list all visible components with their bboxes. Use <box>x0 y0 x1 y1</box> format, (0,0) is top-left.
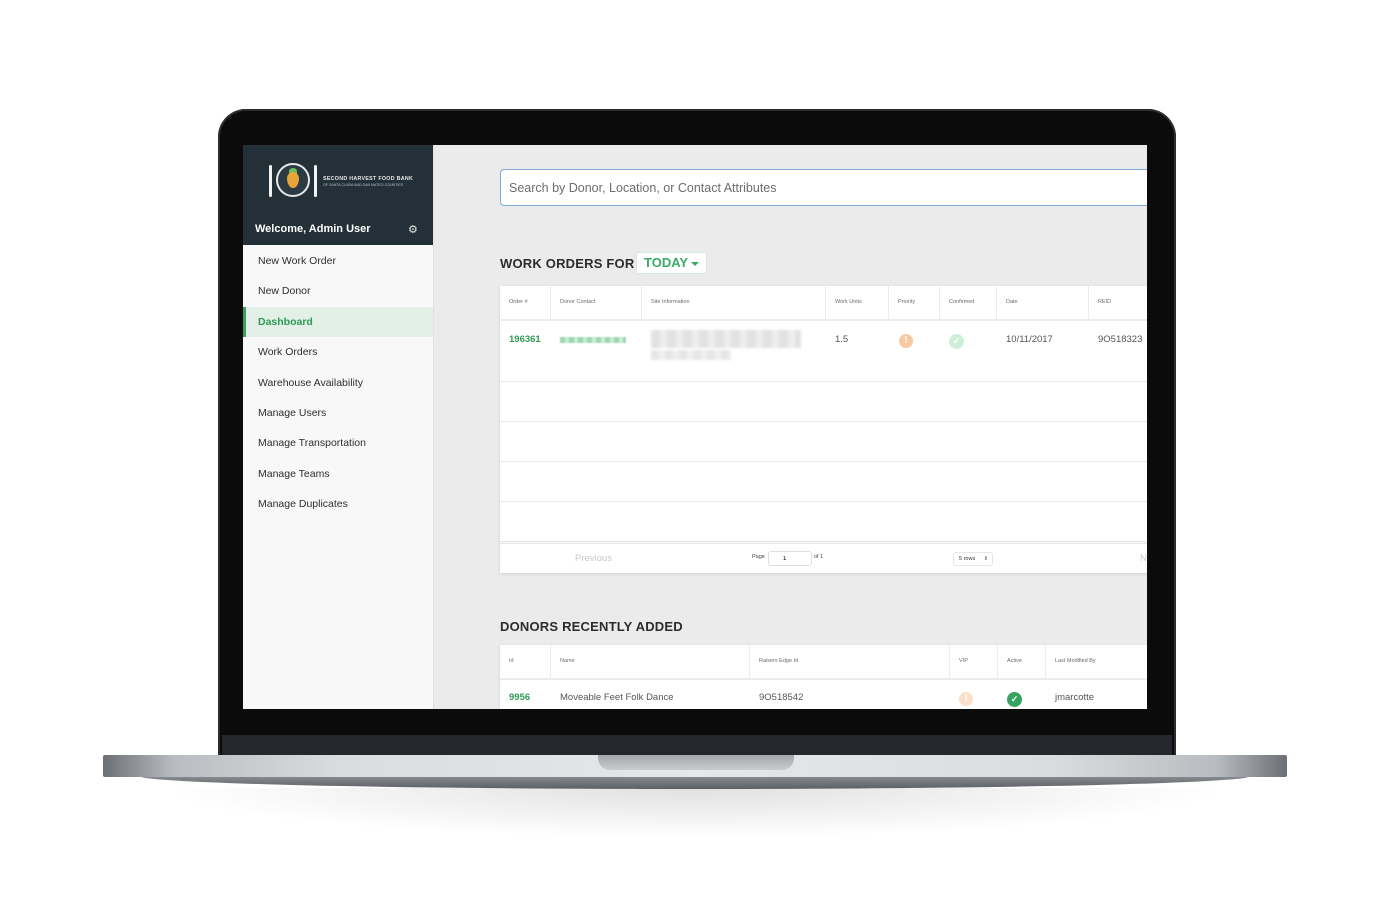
reid-cell: 9O518323 <box>1098 334 1143 345</box>
sidebar-item-work-orders[interactable]: Work Orders <box>243 337 433 367</box>
page-label: Page <box>752 554 765 560</box>
check-icon: ✓ <box>949 334 964 349</box>
column-header-reid[interactable]: REID <box>1089 286 1147 319</box>
sidebar-item-new-donor[interactable]: New Donor <box>243 276 433 306</box>
table-row[interactable]: 9956 Moveable Feet Folk Dance 9O518542 !… <box>500 680 1147 709</box>
gear-icon[interactable]: ⚙ <box>408 223 418 236</box>
laptop-shadow <box>160 788 1230 838</box>
rows-per-page-value: 5 rows <box>959 556 976 562</box>
logo-title: Second Harvest Food Bank <box>323 175 414 182</box>
donors-title: DONORS RECENTLY ADDED <box>500 619 683 634</box>
last-modified-by-cell: jmarcotte <box>1055 692 1095 703</box>
table-row[interactable]: 196361 1.5 ! ✓ 10/11/2017 9O518323 <box>500 321 1147 382</box>
sidebar-item-manage-transportation[interactable]: Manage Transportation <box>243 428 433 458</box>
laptop-notch <box>598 755 794 770</box>
donors-table: Id Name Raisers Edge Id VIP Active Last … <box>500 645 1147 709</box>
check-icon: ✓ <box>1007 692 1022 707</box>
fork-icon <box>269 165 272 197</box>
column-header-site-information[interactable]: Site Information <box>642 286 826 319</box>
heart-shape <box>287 172 299 188</box>
column-header-id[interactable]: Id <box>500 645 551 678</box>
logo-seal-icon <box>269 163 317 199</box>
column-header-raisers-edge-id[interactable]: Raisers Edge Id <box>750 645 950 678</box>
sidebar-header: Second Harvest Food Bank of Santa Clara … <box>243 145 433 245</box>
page-total-label: of 1 <box>814 554 824 560</box>
sidebar-nav: New Work Order New Donor Dashboard Work … <box>243 245 433 520</box>
caret-down-icon <box>691 261 700 266</box>
laptop-base-underside <box>140 775 1250 789</box>
sidebar-item-manage-duplicates[interactable]: Manage Duplicates <box>243 489 433 519</box>
pagination-bar: Previous Page of 1 5 rows ⇕ N <box>500 543 1147 573</box>
table-header: Order # Donor Contact Site Information W… <box>500 286 1147 321</box>
sidebar-item-manage-users[interactable]: Manage Users <box>243 398 433 428</box>
sidebar-item-manage-teams[interactable]: Manage Teams <box>243 459 433 489</box>
vip-cell: ! <box>950 680 998 709</box>
date-filter-label: TODAY <box>644 255 689 270</box>
redacted-donor-contact <box>560 337 626 343</box>
welcome-text: Welcome, Admin User <box>255 223 371 235</box>
redacted-site-info <box>651 330 801 348</box>
column-header-active[interactable]: Active <box>998 645 1046 678</box>
food-bank-seal <box>276 163 310 197</box>
table-row-empty <box>500 422 1147 462</box>
search-input[interactable] <box>500 169 1147 206</box>
knife-icon <box>314 165 317 197</box>
page-number-input[interactable] <box>768 551 812 566</box>
warning-icon: ! <box>899 334 913 348</box>
column-header-last-modified-by[interactable]: Last Modified By <box>1046 645 1147 678</box>
raisers-edge-id-cell: 9O518542 <box>759 692 804 703</box>
sidebar-item-dashboard[interactable]: Dashboard <box>243 306 433 338</box>
main-content: WORK ORDERS FOR TODAY Order # Donor Cont… <box>434 145 1147 709</box>
order-id-link[interactable]: 196361 <box>500 321 551 381</box>
donor-contact-cell[interactable] <box>551 321 642 381</box>
column-header-donor-contact[interactable]: Donor Contact <box>551 286 642 319</box>
previous-button[interactable]: Previous <box>575 553 612 564</box>
work-orders-title: WORK ORDERS FOR <box>500 256 635 271</box>
priority-cell: ! <box>889 321 940 381</box>
date-filter-dropdown[interactable]: TODAY <box>636 252 708 274</box>
column-header-work-units[interactable]: Work Units <box>826 286 889 319</box>
donor-name-cell[interactable]: Moveable Feet Folk Dance <box>551 680 750 709</box>
sidebar-item-new-work-order[interactable]: New Work Order <box>243 246 433 276</box>
date-cell: 10/11/2017 <box>1006 334 1053 345</box>
table-row-empty <box>500 502 1147 542</box>
table-row-empty <box>500 462 1147 502</box>
work-orders-table: Order # Donor Contact Site Information W… <box>500 286 1147 573</box>
sidebar-item-warehouse-availability[interactable]: Warehouse Availability <box>243 368 433 398</box>
donor-id-link[interactable]: 9956 <box>500 680 551 709</box>
table-row-empty <box>500 382 1147 422</box>
logo[interactable]: Second Harvest Food Bank of Santa Clara … <box>269 163 413 199</box>
select-arrows-icon: ⇕ <box>983 556 988 562</box>
column-header-order[interactable]: Order # <box>500 286 551 319</box>
next-button[interactable]: N <box>1140 553 1147 564</box>
app-screen: Second Harvest Food Bank of Santa Clara … <box>243 145 1147 709</box>
column-header-priority[interactable]: Priority <box>889 286 940 319</box>
column-header-name[interactable]: Name <box>551 645 750 678</box>
work-units-cell: 1.5 <box>835 334 849 345</box>
confirmed-cell: ✓ <box>940 321 997 381</box>
laptop-bezel-bottom <box>222 735 1172 757</box>
table-header: Id Name Raisers Edge Id VIP Active Last … <box>500 645 1147 680</box>
redacted-site-info-line2 <box>651 350 731 360</box>
logo-subtitle: of Santa Clara and San Mateo Counties <box>323 182 404 187</box>
sidebar: Second Harvest Food Bank of Santa Clara … <box>243 145 434 709</box>
warning-icon: ! <box>959 692 973 706</box>
active-cell: ✓ <box>998 680 1046 709</box>
site-information-cell <box>642 321 826 381</box>
column-header-confirmed[interactable]: Confirmed <box>940 286 997 319</box>
rows-per-page-select[interactable]: 5 rows ⇕ <box>953 552 993 566</box>
column-header-date[interactable]: Date <box>997 286 1089 319</box>
column-header-vip[interactable]: VIP <box>950 645 998 678</box>
